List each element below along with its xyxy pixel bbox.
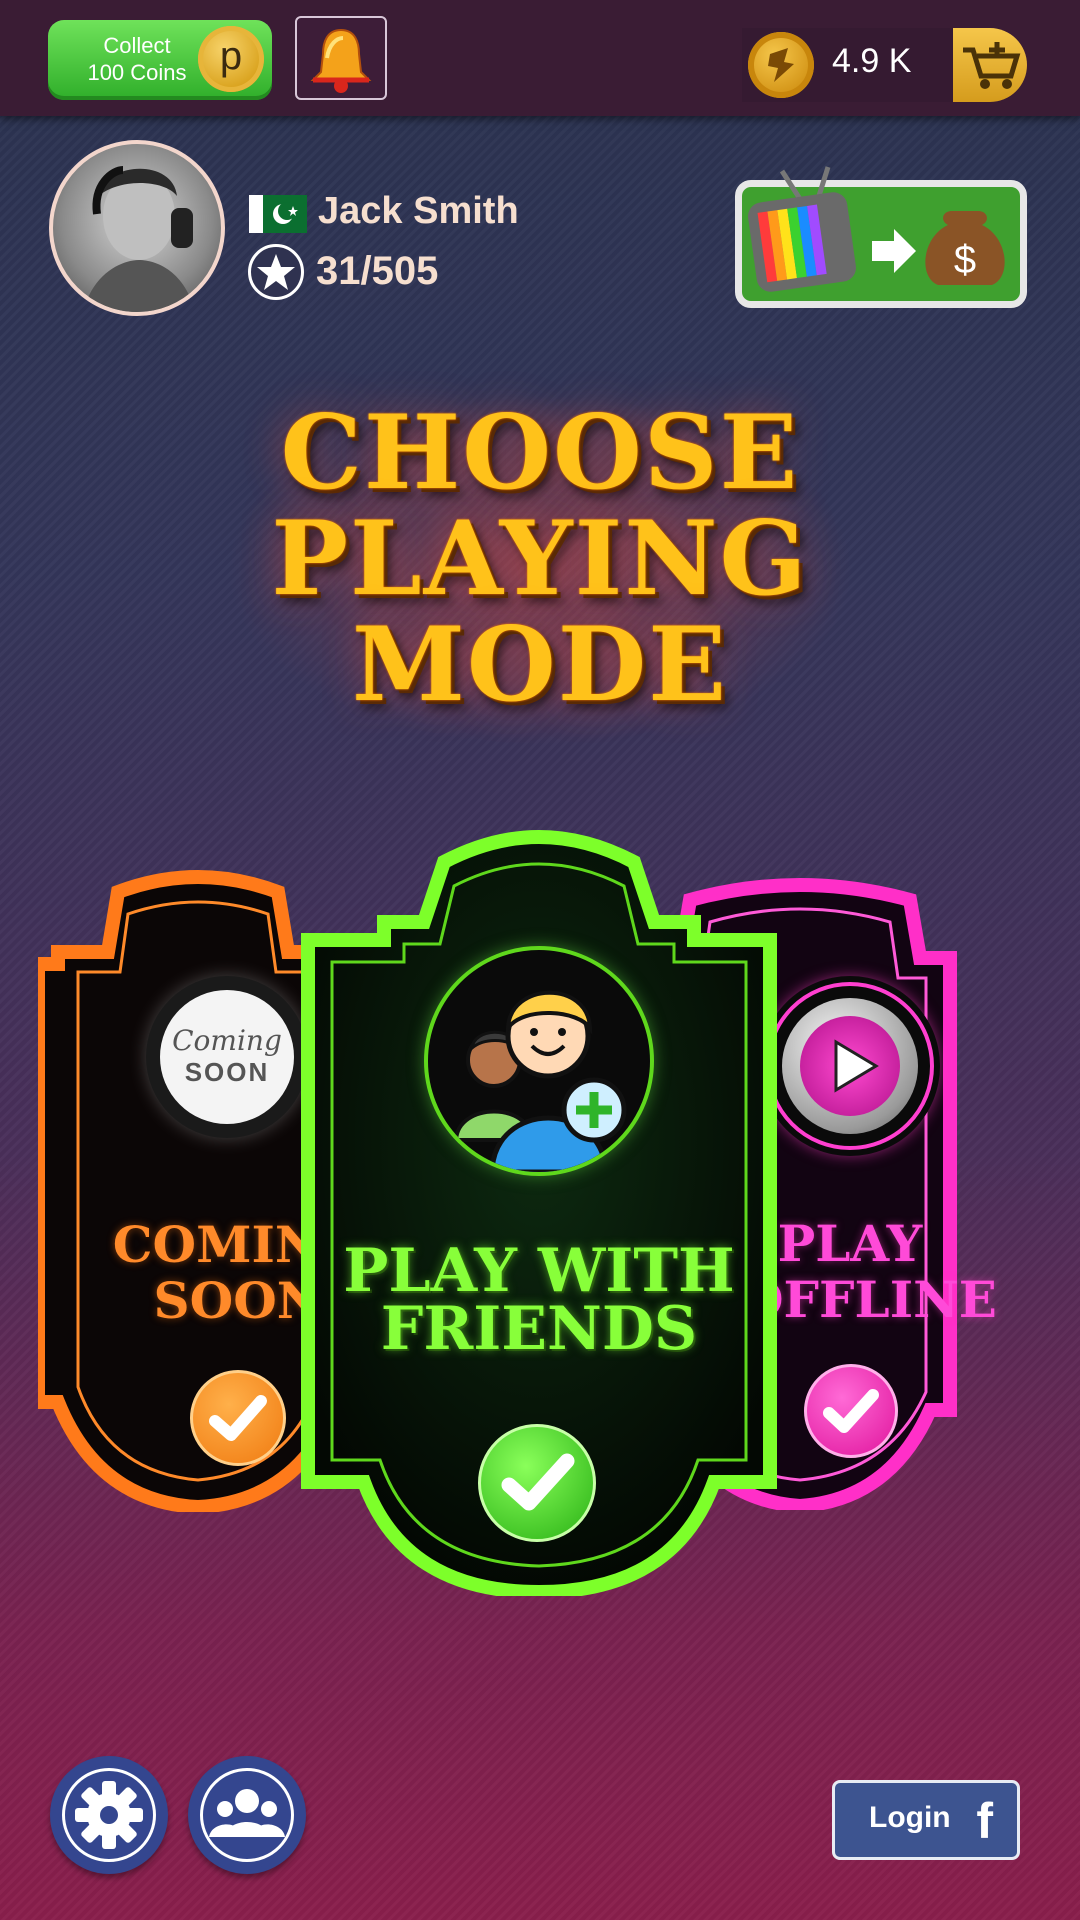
coming-soon-badge: Coming SOON xyxy=(146,976,308,1138)
notification-button[interactable] xyxy=(295,16,387,100)
player-level: 31/505 xyxy=(316,249,439,293)
tv-to-money-icon: $ xyxy=(748,166,1005,292)
coin-balance-value: 4.9 K xyxy=(832,42,912,80)
bell-icon xyxy=(310,28,372,93)
mode-card-play-with-friends[interactable]: PLAY WITH FRIENDS xyxy=(294,812,784,1596)
friends-add-icon xyxy=(424,946,654,1176)
watch-ad-reward-button[interactable]: $ xyxy=(735,166,1027,308)
title-line-3: MODE xyxy=(352,605,728,725)
settings-button[interactable] xyxy=(50,1756,168,1874)
play-offline-check-icon[interactable] xyxy=(804,1364,898,1458)
group-icon xyxy=(209,1789,285,1837)
gear-icon xyxy=(75,1781,143,1849)
coin-icon xyxy=(748,32,814,98)
coin-balance: 4.9 K xyxy=(742,28,1027,102)
cart-add-icon xyxy=(963,42,1021,89)
collect-coins-button[interactable]: Collect 100 Coins p xyxy=(48,20,272,100)
play-icon xyxy=(760,976,940,1156)
collect-coins-label: Collect 100 Coins xyxy=(87,33,187,85)
title-line-2: PLAYING xyxy=(271,499,809,619)
page-title: CHOOSE PLAYING MODE xyxy=(140,400,940,718)
mode-label-play-with-friends-line2: FRIENDS xyxy=(380,1294,698,1364)
svg-text:$: $ xyxy=(954,238,976,282)
coming-soon-icon-text-2: SOON xyxy=(184,1057,270,1087)
friends-button-ring xyxy=(200,1768,294,1862)
player-avatar[interactable] xyxy=(49,140,225,316)
login-label: Login xyxy=(869,1801,951,1834)
top-bar: Collect 100 Coins p 4.9 K xyxy=(0,0,1080,116)
mode-label-play-with-friends: PLAY WITH FRIENDS xyxy=(334,1236,744,1364)
mode-label-play-with-friends-line1: PLAY WITH xyxy=(343,1236,735,1306)
shop-cart-button[interactable] xyxy=(953,28,1027,102)
coming-soon-check-icon[interactable] xyxy=(190,1370,286,1466)
friends-button[interactable] xyxy=(188,1756,306,1874)
settings-button-ring xyxy=(62,1768,156,1862)
coming-soon-icon-text-1: Coming xyxy=(172,1024,282,1057)
star-badge-icon xyxy=(248,244,304,300)
title-line-1: CHOOSE xyxy=(280,393,800,513)
pakistan-flag-icon xyxy=(249,195,307,233)
facebook-login-button[interactable]: Login f xyxy=(832,1780,1020,1860)
p-coin-icon: p xyxy=(198,26,264,92)
player-name: Jack Smith xyxy=(318,190,519,232)
play-with-friends-check-icon[interactable] xyxy=(478,1424,596,1542)
facebook-icon: f xyxy=(976,1793,993,1849)
